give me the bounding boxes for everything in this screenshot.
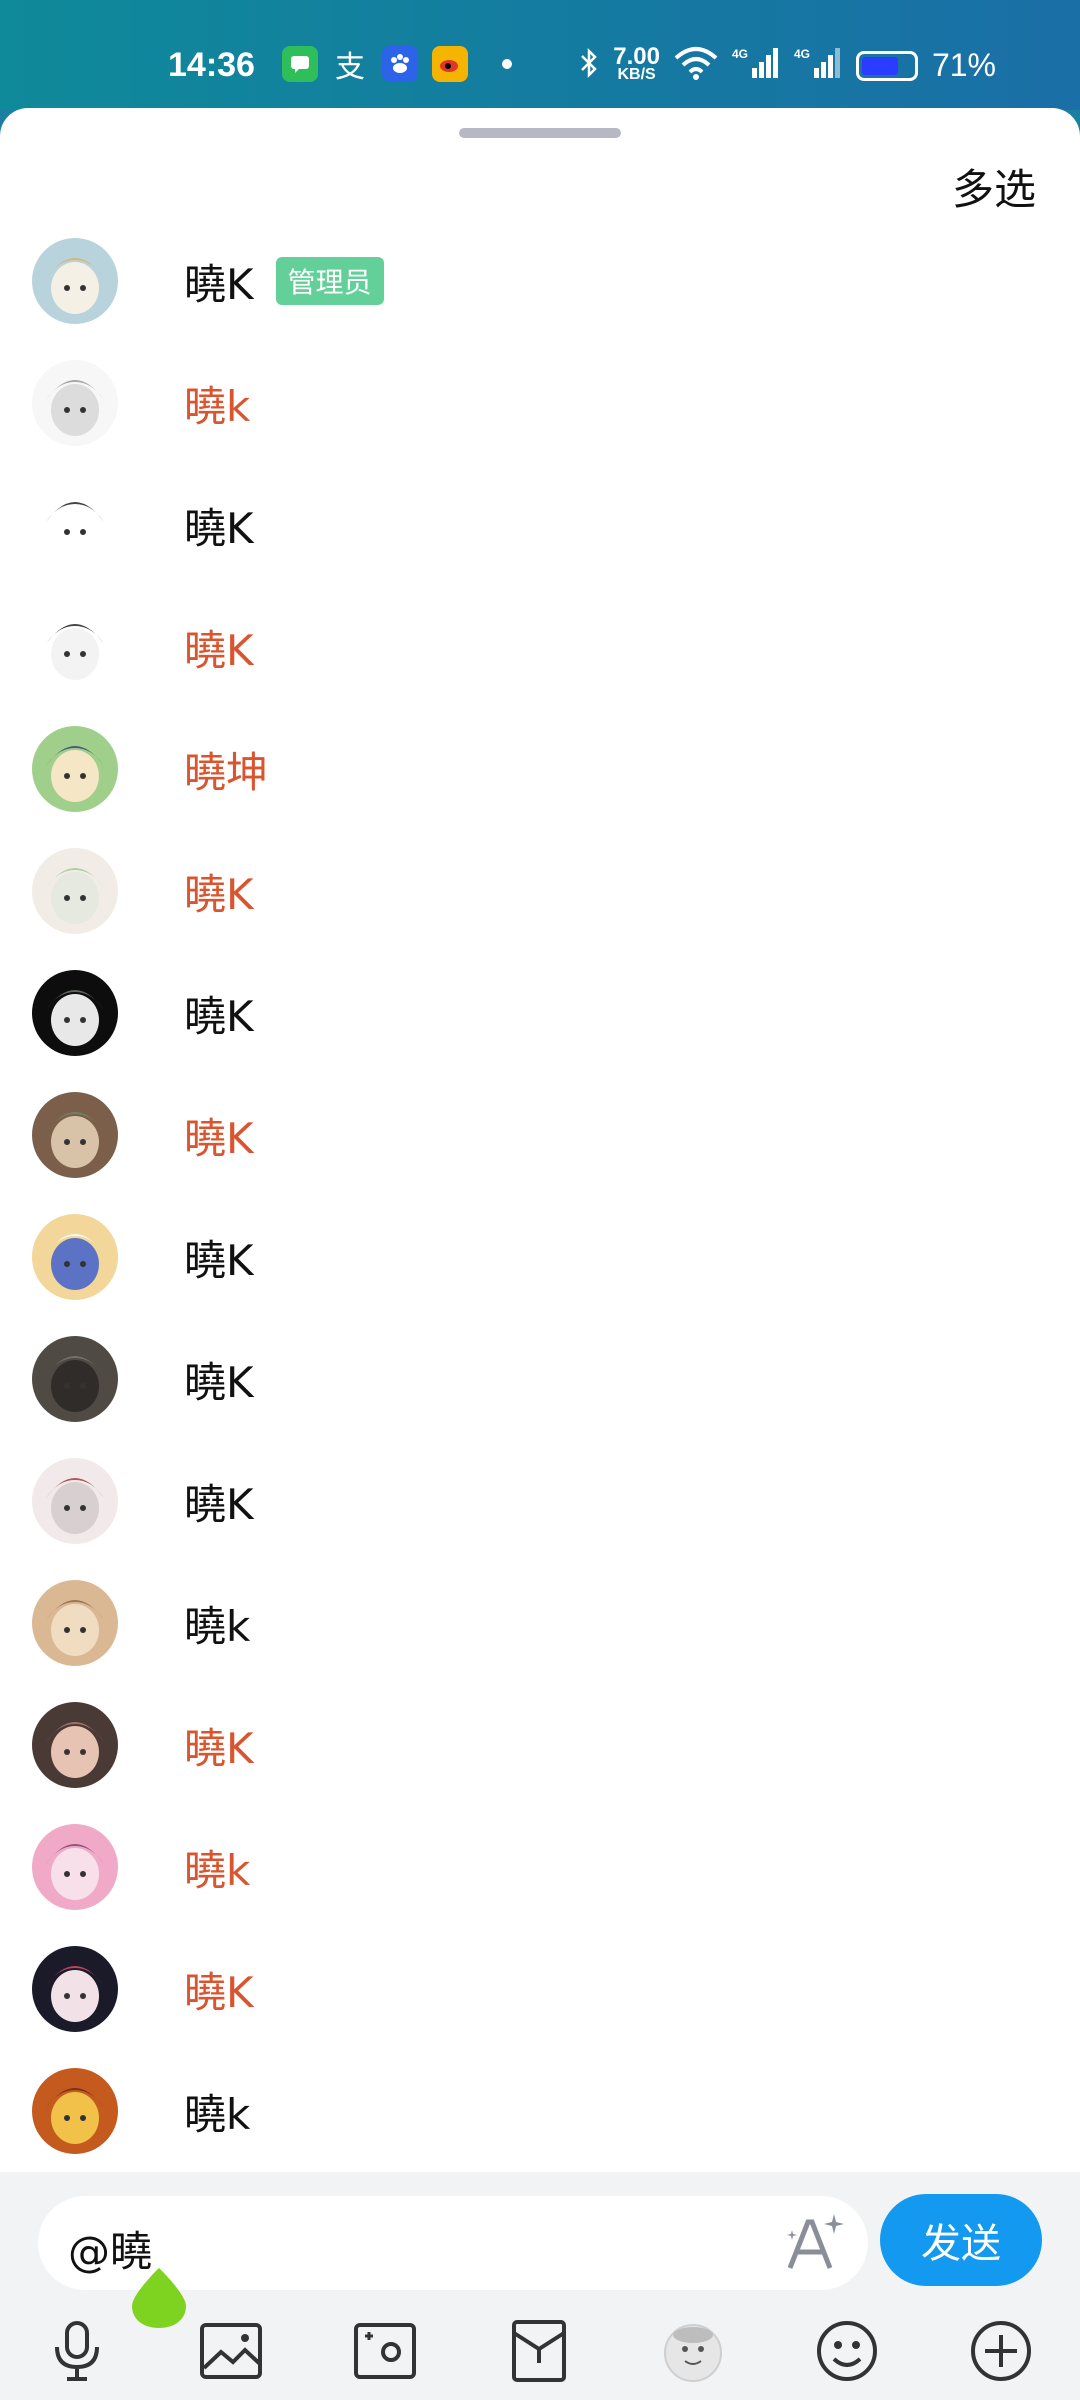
member-row[interactable]: 曉K: [0, 464, 1080, 586]
member-row[interactable]: 曉K: [0, 586, 1080, 708]
plus-icon[interactable]: [964, 2314, 1038, 2388]
member-row[interactable]: 曉k: [0, 1562, 1080, 1684]
member-row[interactable]: 曉K: [0, 1928, 1080, 2050]
avatar: [32, 604, 118, 690]
member-row[interactable]: 曉K: [0, 1318, 1080, 1440]
member-name: 曉K: [184, 869, 254, 919]
avatar: [32, 1214, 118, 1300]
member-name: 曉K: [184, 991, 254, 1041]
signal-4g-icon: 4G: [732, 46, 780, 85]
member-name: 曉K: [184, 1113, 254, 1163]
member-name: 曉K: [184, 259, 254, 309]
member-row[interactable]: 曉K: [0, 1440, 1080, 1562]
alipay-icon: 支: [335, 50, 365, 85]
bluetooth-icon: [579, 47, 599, 84]
admin-badge: 管理员: [275, 257, 384, 305]
member-name: 曉K: [184, 1357, 254, 1407]
member-row[interactable]: 曉K: [0, 952, 1080, 1074]
net-speed-unit: KB/S: [617, 65, 656, 83]
member-name: 曉k: [184, 1601, 251, 1651]
emoji-icon[interactable]: [810, 2314, 884, 2388]
avatar: [32, 726, 118, 812]
avatar: [32, 1580, 118, 1666]
messages-app-icon: [282, 46, 318, 82]
member-name: 曉k: [184, 2089, 251, 2139]
member-name: 曉k: [184, 381, 251, 431]
status-bar: 14:36 支 7.00 KB/S 4G 4G 71%: [0, 0, 1080, 110]
ai-text-icon[interactable]: [782, 2210, 848, 2276]
avatar: [32, 2068, 118, 2154]
net-speed-value: 7.00: [613, 42, 660, 70]
svg-text:4G: 4G: [732, 47, 748, 61]
drag-handle[interactable]: [459, 128, 621, 138]
avatar: [32, 1824, 118, 1910]
camera-icon[interactable]: [348, 2314, 422, 2388]
red-packet-icon[interactable]: [502, 2314, 576, 2388]
member-row[interactable]: 曉k: [0, 342, 1080, 464]
send-button[interactable]: 发送: [880, 2194, 1042, 2286]
signal-4g-icon: 4G: [794, 46, 842, 85]
avatar: [32, 360, 118, 446]
member-row[interactable]: 曉K: [0, 830, 1080, 952]
member-row[interactable]: 曉k: [0, 1806, 1080, 1928]
net-speed: 7.00 KB/S: [613, 42, 660, 84]
battery-fill: [861, 56, 898, 75]
member-name: 曉K: [184, 1479, 254, 1529]
member-row[interactable]: 曉K: [0, 1684, 1080, 1806]
multi-select-button[interactable]: 多选: [952, 156, 1036, 217]
member-row[interactable]: 曉坤: [0, 708, 1080, 830]
member-row[interactable]: 曉K: [0, 1196, 1080, 1318]
member-row[interactable]: 曉K: [0, 1074, 1080, 1196]
avatar: [32, 482, 118, 568]
sticker-icon[interactable]: [656, 2314, 730, 2388]
member-name: 曉K: [184, 1723, 254, 1773]
dot-icon: [502, 59, 512, 69]
battery-percent: 71%: [931, 47, 996, 83]
member-name: 曉坤: [184, 747, 269, 797]
svg-text:4G: 4G: [794, 47, 810, 61]
member-picker-sheet: 多选 曉K 管理员 曉k 曉K 曉K 曉坤 曉K 曉K 曉K 曉K 曉K 曉K 曉k 曉K 曉k 曉K 曉k: [0, 108, 1080, 2400]
status-app-icons: 支: [282, 46, 512, 85]
avatar: [32, 238, 118, 324]
weibo-icon: [432, 46, 468, 82]
member-name: 曉K: [184, 503, 254, 553]
wifi-icon: [674, 46, 718, 85]
member-name: 曉k: [184, 1845, 251, 1895]
member-name: 曉K: [184, 1235, 254, 1285]
microphone-icon[interactable]: [40, 2314, 114, 2388]
status-time: 14:36: [168, 46, 255, 84]
image-icon[interactable]: [194, 2314, 268, 2388]
avatar: [32, 1702, 118, 1788]
battery-icon: [855, 50, 918, 81]
status-system-icons: 7.00 KB/S 4G 4G 71%: [579, 42, 996, 85]
member-name: 曉K: [184, 1967, 254, 2017]
member-row[interactable]: 曉K 管理员: [0, 220, 1080, 342]
chat-toolbar: [0, 2314, 1080, 2394]
chat-input-bar: @曉 发送: [0, 2172, 1080, 2400]
avatar: [32, 1946, 118, 2032]
member-list: 曉K 管理员 曉k 曉K 曉K 曉坤 曉K 曉K 曉K 曉K 曉K 曉K 曉k 曉K 曉k 曉K 曉k: [0, 220, 1080, 2172]
avatar: [32, 1458, 118, 1544]
member-row[interactable]: 曉k: [0, 2050, 1080, 2172]
avatar: [32, 970, 118, 1056]
avatar: [32, 848, 118, 934]
member-name: 曉K: [184, 625, 254, 675]
avatar: [32, 1092, 118, 1178]
baidu-icon: [382, 46, 418, 82]
avatar: [32, 1336, 118, 1422]
